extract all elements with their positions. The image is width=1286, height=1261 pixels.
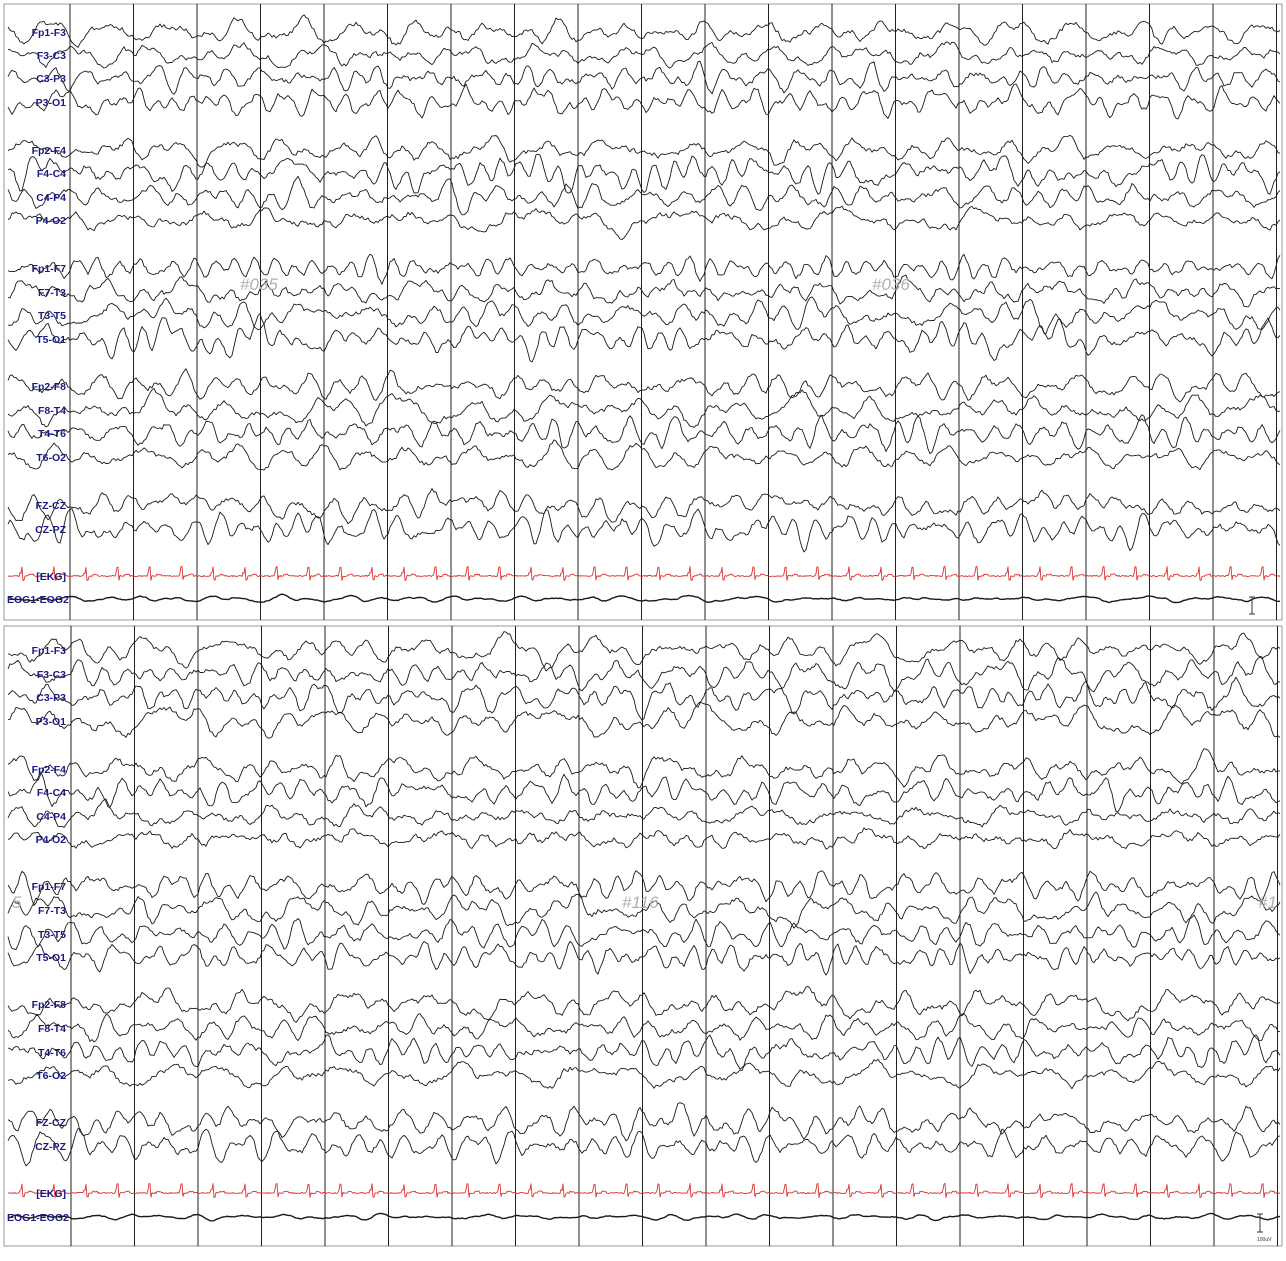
channel-label: C4-P4 [36, 811, 66, 823]
channel-label: P3-O1 [36, 716, 67, 728]
channel-label: F3-C3 [37, 669, 66, 681]
channel-label: EOG1-EOG2 [7, 1212, 69, 1224]
channel-label: T3-T5 [38, 310, 66, 322]
page-marker: #035 [240, 275, 278, 294]
channel-label: [EKG] [36, 1188, 66, 1200]
channel-label: P4-O2 [36, 215, 67, 227]
channel-label: FZ-CZ [36, 1117, 67, 1129]
channel-label: T6-O2 [36, 1070, 66, 1082]
channel-label: T6-O2 [36, 452, 66, 464]
channel-label: Fp2-F4 [32, 145, 67, 157]
channel-label: P4-O2 [36, 834, 67, 846]
channel-label: EOG1-EOG2 [7, 594, 69, 606]
channel-label: T5-O1 [36, 334, 66, 346]
channel-label: C3-P3 [36, 73, 66, 85]
channel-label: F8-T4 [38, 1023, 66, 1035]
page-marker: #1 [1258, 893, 1277, 912]
channel-label: F4-C4 [37, 787, 66, 799]
eeg-viewer: Fp1-F3 F3-C3 C3-P3 P3-O1 Fp2-F4 F4-C4 C4-P4 P4-… [0, 0, 1286, 1261]
channel-label: Fp1-F3 [32, 27, 67, 39]
channel-label: F4-C4 [37, 168, 66, 180]
channel-label: F7-T3 [38, 905, 66, 917]
page-marker: 5 [12, 893, 22, 912]
channel-label: T4-T6 [38, 1047, 66, 1059]
channel-label: Fp1-F3 [32, 645, 67, 657]
channel-label: CZ-PZ [35, 524, 66, 536]
channel-label: Fp1-F7 [32, 263, 67, 275]
channel-label: T3-T5 [38, 929, 66, 941]
channel-label: Fp2-F8 [32, 999, 67, 1011]
channel-label: FZ-CZ [36, 500, 67, 512]
channel-label: Fp2-F8 [32, 381, 67, 393]
channel-label: P3-O1 [36, 97, 67, 109]
channel-label: C4-P4 [36, 192, 66, 204]
channel-label: Fp2-F4 [32, 764, 67, 776]
page-marker: #036 [872, 275, 910, 294]
channel-label: F7-T3 [38, 287, 66, 299]
channel-label: T5-O1 [36, 952, 66, 964]
scale-label: 100uV [1257, 1237, 1272, 1243]
channel-label: F8-T4 [38, 405, 66, 417]
channel-label: C3-P3 [36, 692, 66, 704]
page-marker: #116 [622, 893, 659, 912]
channel-label: F3-C3 [37, 50, 66, 62]
channel-label: Fp1-F7 [32, 881, 67, 893]
channel-label: T4-T6 [38, 428, 66, 440]
channel-label: [EKG] [36, 571, 66, 583]
channel-label: CZ-PZ [35, 1141, 66, 1153]
